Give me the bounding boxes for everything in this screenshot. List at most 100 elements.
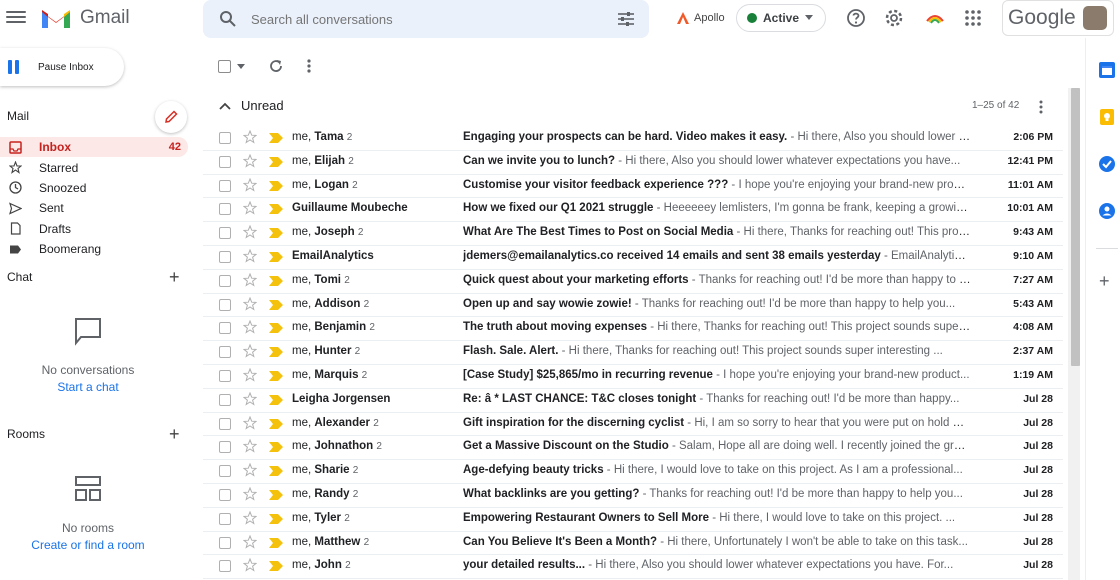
scrollbar-thumb[interactable] <box>1071 88 1080 366</box>
email-row[interactable]: Guillaume Moubeche How we fixed our Q1 2… <box>203 198 1063 223</box>
star-icon[interactable] <box>243 558 257 572</box>
pause-inbox-button[interactable]: Pause Inbox <box>0 48 124 86</box>
importance-marker-icon[interactable] <box>269 156 283 167</box>
star-icon[interactable] <box>243 510 257 525</box>
email-row[interactable]: me, Tyler 2 Empowering Restaurant Owners … <box>203 508 1063 532</box>
importance-marker-icon[interactable] <box>269 347 283 358</box>
star-icon[interactable] <box>243 391 257 406</box>
email-row[interactable]: me, Addison 2 Open up and say wowie zowie… <box>203 294 1063 318</box>
sidebar-item-sent[interactable]: Sent <box>0 198 188 218</box>
importance-marker-icon[interactable] <box>269 180 283 191</box>
sidebar-item-starred[interactable]: Starred <box>0 157 188 177</box>
calendar-icon[interactable] <box>1098 61 1116 79</box>
importance-marker-icon[interactable] <box>269 370 283 381</box>
row-checkbox[interactable] <box>219 155 231 168</box>
sidebar-item-drafts[interactable]: Drafts <box>0 219 188 239</box>
row-checkbox[interactable] <box>219 298 231 311</box>
star-icon[interactable] <box>243 225 257 239</box>
apollo-extension[interactable]: Apollo <box>676 11 725 25</box>
star-icon[interactable] <box>243 201 257 216</box>
email-row[interactable]: me, Elijah 2 Can we invite you to lunch? … <box>203 151 1063 175</box>
email-row[interactable]: me, Randy 2 What backlinks are you gettin… <box>203 484 1063 508</box>
extension-rainbow-icon[interactable] <box>925 8 945 28</box>
star-icon[interactable] <box>243 248 257 263</box>
row-checkbox[interactable] <box>219 465 231 478</box>
importance-marker-icon[interactable] <box>269 228 283 239</box>
row-checkbox[interactable] <box>219 417 231 430</box>
star-icon[interactable] <box>243 272 257 287</box>
star-icon[interactable] <box>243 534 257 549</box>
importance-marker-icon[interactable] <box>269 251 283 262</box>
importance-marker-icon[interactable] <box>269 394 283 405</box>
keep-icon[interactable] <box>1098 108 1116 126</box>
gmail-logo[interactable]: Gmail <box>40 6 130 30</box>
sidebar-item-snoozed[interactable]: Snoozed <box>0 178 188 198</box>
email-row[interactable]: me, Marquis 2 [Case Study] $25,865/mo in … <box>203 365 1063 389</box>
help-icon[interactable] <box>846 8 866 28</box>
row-checkbox[interactable] <box>219 488 231 501</box>
add-room-plus-icon[interactable]: + <box>169 425 180 443</box>
row-checkbox[interactable] <box>219 203 231 216</box>
star-icon[interactable] <box>243 320 257 335</box>
sidebar-item-boomerang[interactable]: Boomerang <box>0 239 188 259</box>
importance-marker-icon[interactable] <box>269 466 283 477</box>
row-checkbox[interactable] <box>219 441 231 454</box>
status-selector[interactable]: Active <box>736 4 826 32</box>
importance-marker-icon[interactable] <box>269 299 283 310</box>
tasks-icon[interactable] <box>1098 155 1116 173</box>
star-icon[interactable] <box>243 344 257 358</box>
email-row[interactable]: me, Alexander 2 Gift inspiration for the … <box>203 413 1063 437</box>
main-menu-button[interactable] <box>6 8 26 28</box>
chevron-up-icon[interactable] <box>219 102 231 110</box>
star-icon[interactable] <box>243 415 257 430</box>
search-options-icon[interactable] <box>617 10 635 28</box>
row-checkbox[interactable] <box>219 369 231 382</box>
star-icon[interactable] <box>243 463 257 477</box>
importance-marker-icon[interactable] <box>269 442 283 453</box>
email-row[interactable]: me, Matthew 2 Can You Believe It's Been a… <box>203 532 1063 556</box>
row-checkbox[interactable] <box>219 346 231 359</box>
importance-marker-icon[interactable] <box>269 418 283 429</box>
row-checkbox[interactable] <box>219 536 231 549</box>
search-input[interactable] <box>251 9 591 29</box>
more-vertical-icon[interactable] <box>307 58 311 74</box>
select-dropdown-icon[interactable] <box>237 64 245 70</box>
row-checkbox[interactable] <box>219 227 231 240</box>
importance-marker-icon[interactable] <box>269 323 283 334</box>
importance-marker-icon[interactable] <box>269 204 283 215</box>
email-row[interactable]: me, Hunter 2 Flash. Sale. Alert. - Hi the… <box>203 341 1063 365</box>
unread-section-header[interactable]: Unread 1–25 of 42 <box>203 88 1063 126</box>
start-chat-link[interactable]: Start a chat <box>0 380 176 394</box>
google-account-button[interactable]: Google <box>1002 0 1114 36</box>
importance-marker-icon[interactable] <box>269 561 283 572</box>
contacts-icon[interactable] <box>1098 202 1116 220</box>
star-icon[interactable] <box>243 296 257 311</box>
email-row[interactable]: me, Tama 2 Engaging your prospects can be… <box>203 127 1063 151</box>
star-icon[interactable] <box>243 153 257 168</box>
star-icon[interactable] <box>243 130 257 144</box>
select-all-checkbox[interactable] <box>218 60 231 73</box>
star-icon[interactable] <box>243 486 257 501</box>
settings-gear-icon[interactable] <box>884 8 904 28</box>
search-icon[interactable] <box>219 10 237 28</box>
sidebar-item-inbox[interactable]: Inbox 42 <box>0 137 188 158</box>
create-room-link[interactable]: Create or find a room <box>0 538 176 552</box>
email-row[interactable]: Leigha Jorgensen Re: â * LAST CHANCE: T&… <box>203 389 1063 413</box>
star-icon[interactable] <box>243 439 257 454</box>
row-checkbox[interactable] <box>219 132 231 144</box>
row-checkbox[interactable] <box>219 322 231 335</box>
email-row[interactable]: me, Joseph 2 What Are The Best Times to P… <box>203 222 1063 246</box>
email-row[interactable]: me, John 2 your detailed results... - Hi … <box>203 555 1063 580</box>
row-checkbox[interactable] <box>219 393 231 406</box>
importance-marker-icon[interactable] <box>269 489 283 500</box>
refresh-icon[interactable] <box>268 58 284 74</box>
apps-grid-icon[interactable] <box>963 8 983 28</box>
section-more-icon[interactable] <box>1039 100 1043 114</box>
row-checkbox[interactable] <box>219 560 231 573</box>
star-icon[interactable] <box>243 177 257 192</box>
email-row[interactable]: me, Johnathon 2 Get a Massive Discount on… <box>203 436 1063 461</box>
importance-marker-icon[interactable] <box>269 513 283 524</box>
email-row[interactable]: me, Sharie 2 Age-defying beauty tricks - … <box>203 460 1063 484</box>
row-checkbox[interactable] <box>219 512 231 525</box>
email-row[interactable]: me, Tomi 2 Quick quest about your marketi… <box>203 270 1063 294</box>
